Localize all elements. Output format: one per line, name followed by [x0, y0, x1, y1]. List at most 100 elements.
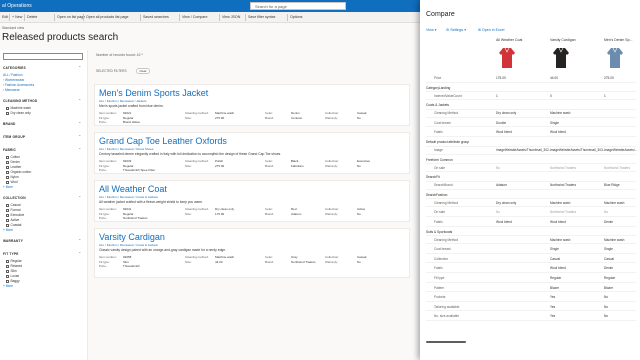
filter-option[interactable]: Active — [6, 218, 19, 222]
filter-more-link[interactable]: + More — [3, 185, 13, 189]
compare-cell: Casual — [604, 256, 614, 261]
filter-category-link[interactable]: ALL / Fashion — [3, 73, 23, 77]
attribute-value: 92058 — [123, 255, 132, 259]
product-name-link[interactable]: Men's Denim Sports Jacket — [99, 88, 208, 98]
filter-more-link[interactable]: + More — [3, 284, 13, 288]
checkbox[interactable] — [6, 203, 9, 207]
product-name-link[interactable]: Grand Cap Toe Leather Oxfords — [99, 136, 227, 146]
filter-section-cleaning-method[interactable]: CLEANING METHOD — [3, 99, 37, 103]
filter-section-warranty[interactable]: WARRANTY — [3, 239, 23, 243]
chevron-up-icon[interactable]: ⌃ — [78, 251, 81, 256]
checkbox[interactable] — [6, 170, 9, 174]
checkbox[interactable] — [6, 279, 9, 283]
product-category-path[interactable]: ALL / Fashion / Menswear / Jackets — [99, 99, 146, 103]
compare-cell: Yes — [550, 314, 556, 319]
action-save-filter-syntax[interactable]: Save filter syntax — [248, 15, 275, 19]
clear-filters-pill[interactable]: Clear — [136, 68, 150, 74]
compare-column-header[interactable]: Men's Denim Sp... — [604, 38, 632, 42]
filter-category-link[interactable]: › Menswear — [3, 88, 20, 92]
checkbox[interactable] — [6, 218, 9, 222]
page-subtitle[interactable]: Standard view — [2, 26, 24, 30]
filter-section-collection[interactable]: COLLECTION — [3, 196, 26, 200]
chevron-up-icon[interactable]: ⌃ — [78, 134, 81, 139]
product-category-path[interactable]: ALL / Fashion / Menswear / Coats & Jacke… — [99, 243, 158, 247]
checkbox[interactable] — [6, 175, 9, 179]
filter-category-link[interactable]: › Fashion Accessories — [3, 83, 34, 87]
action-open-all-products-list-page[interactable]: Open all products list page — [86, 15, 129, 19]
filter-option[interactable]: Relaxed — [6, 264, 22, 268]
filter-category-link[interactable]: › Womenswear — [3, 78, 24, 82]
filter-option[interactable]: Baggy — [6, 279, 20, 283]
product-card[interactable]: Men's Denim Sports Jacket ALL / Fashion /… — [94, 84, 410, 126]
action-view-compare[interactable]: View / Compare — [182, 15, 208, 19]
filter-section-item-group[interactable]: ITEM GROUP — [3, 135, 25, 139]
checkbox[interactable] — [6, 106, 9, 110]
filter-option[interactable]: Loose — [6, 274, 19, 278]
checkbox[interactable] — [6, 259, 9, 263]
compare-column-header[interactable]: Varsity Cardigan — [550, 38, 576, 42]
filter-option[interactable]: Wool — [6, 180, 18, 184]
chevron-up-icon[interactable]: ⌃ — [78, 195, 81, 200]
filter-section-fabric[interactable]: FABRIC — [3, 148, 16, 152]
filter-option[interactable]: Machine wash — [6, 106, 31, 110]
action-open-on-list-page[interactable]: Open on list page — [57, 15, 85, 19]
chevron-up-icon[interactable]: ⌃ — [78, 238, 81, 243]
product-card[interactable]: All Weather Coat ALL / Fashion / Menswear… — [94, 180, 410, 222]
chevron-up-icon[interactable]: ⌃ — [78, 121, 81, 126]
filter-option[interactable]: Dry clean only — [6, 111, 31, 115]
action-saved-searches[interactable]: Saved searches — [143, 15, 169, 19]
action-view-json[interactable]: View JSON — [222, 15, 240, 19]
checkbox[interactable] — [6, 264, 9, 268]
filter-option[interactable]: Organic cotton — [6, 170, 31, 174]
row-divider — [426, 108, 636, 110]
checkbox[interactable] — [6, 111, 9, 115]
action-edit[interactable]: Edit — [2, 15, 8, 19]
filter-option[interactable]: Regular — [6, 259, 22, 263]
action-options[interactable]: Options — [290, 15, 302, 19]
product-attribute: Size: 175.00 — [185, 212, 224, 216]
chevron-up-icon[interactable]: ⌃ — [78, 65, 81, 70]
checkbox[interactable] — [6, 274, 9, 278]
filter-option[interactable]: Nylon — [6, 175, 19, 179]
filter-option[interactable]: Slim — [6, 269, 17, 273]
filter-option[interactable]: Cotton — [6, 155, 20, 159]
filter-option[interactable]: Leather — [6, 165, 21, 169]
filter-option[interactable]: Formal — [6, 208, 20, 212]
filter-option[interactable]: Casual — [6, 203, 20, 207]
action-new[interactable]: + New — [12, 15, 22, 19]
compare-cell: No — [496, 210, 501, 215]
checkbox[interactable] — [6, 180, 9, 184]
row-divider — [426, 135, 636, 137]
chevron-up-icon[interactable]: ⌃ — [78, 98, 81, 103]
compare-toolbar-view[interactable]: View ▾ — [426, 28, 437, 32]
filter-section-categories[interactable]: CATEGORIES — [3, 66, 26, 70]
checkbox[interactable] — [6, 208, 9, 212]
filter-section-brand[interactable]: BRAND — [3, 122, 16, 126]
product-category-path[interactable]: ALL / Fashion / Menswear / Coats & Jacke… — [99, 195, 158, 199]
product-card[interactable]: Varsity Cardigan ALL / Fashion / Menswear… — [94, 228, 410, 278]
checkbox[interactable] — [6, 155, 9, 159]
product-name-link[interactable]: All Weather Coat — [99, 184, 167, 194]
filter-section-fit-type[interactable]: FIT TYPE — [3, 252, 19, 256]
checkbox[interactable] — [6, 269, 9, 273]
filter-option[interactable]: Coastal — [6, 223, 21, 227]
global-search-input[interactable]: Search for a page — [250, 2, 346, 10]
product-card[interactable]: Grand Cap Toe Leather Oxfords ALL / Fashi… — [94, 132, 410, 174]
product-category-path[interactable]: ALL / Fashion / Menswear / Dress Shoes — [99, 147, 153, 151]
compare-toolbar-settings[interactable]: ⚙ Settings ▾ — [446, 28, 466, 32]
compare-row-label: Price — [434, 76, 442, 80]
chevron-up-icon[interactable]: ⌃ — [78, 147, 81, 152]
checkbox[interactable] — [6, 165, 9, 169]
filter-option[interactable]: Executive — [6, 213, 24, 217]
compare-column-header[interactable]: All Weather Coat — [496, 38, 522, 42]
action-delete[interactable]: Delete — [27, 15, 37, 19]
checkbox[interactable] — [6, 160, 9, 164]
product-name-link[interactable]: Varsity Cardigan — [99, 232, 165, 242]
filter-search-input[interactable] — [3, 53, 83, 60]
checkbox[interactable] — [6, 213, 9, 217]
compare-toolbar-open-in-excel[interactable]: ⊞ Open in Excel — [478, 28, 504, 32]
filter-more-link[interactable]: + More — [3, 228, 13, 232]
checkbox[interactable] — [6, 223, 9, 227]
filter-option[interactable]: Denim — [6, 160, 20, 164]
horizontal-scrollbar[interactable] — [426, 341, 466, 343]
